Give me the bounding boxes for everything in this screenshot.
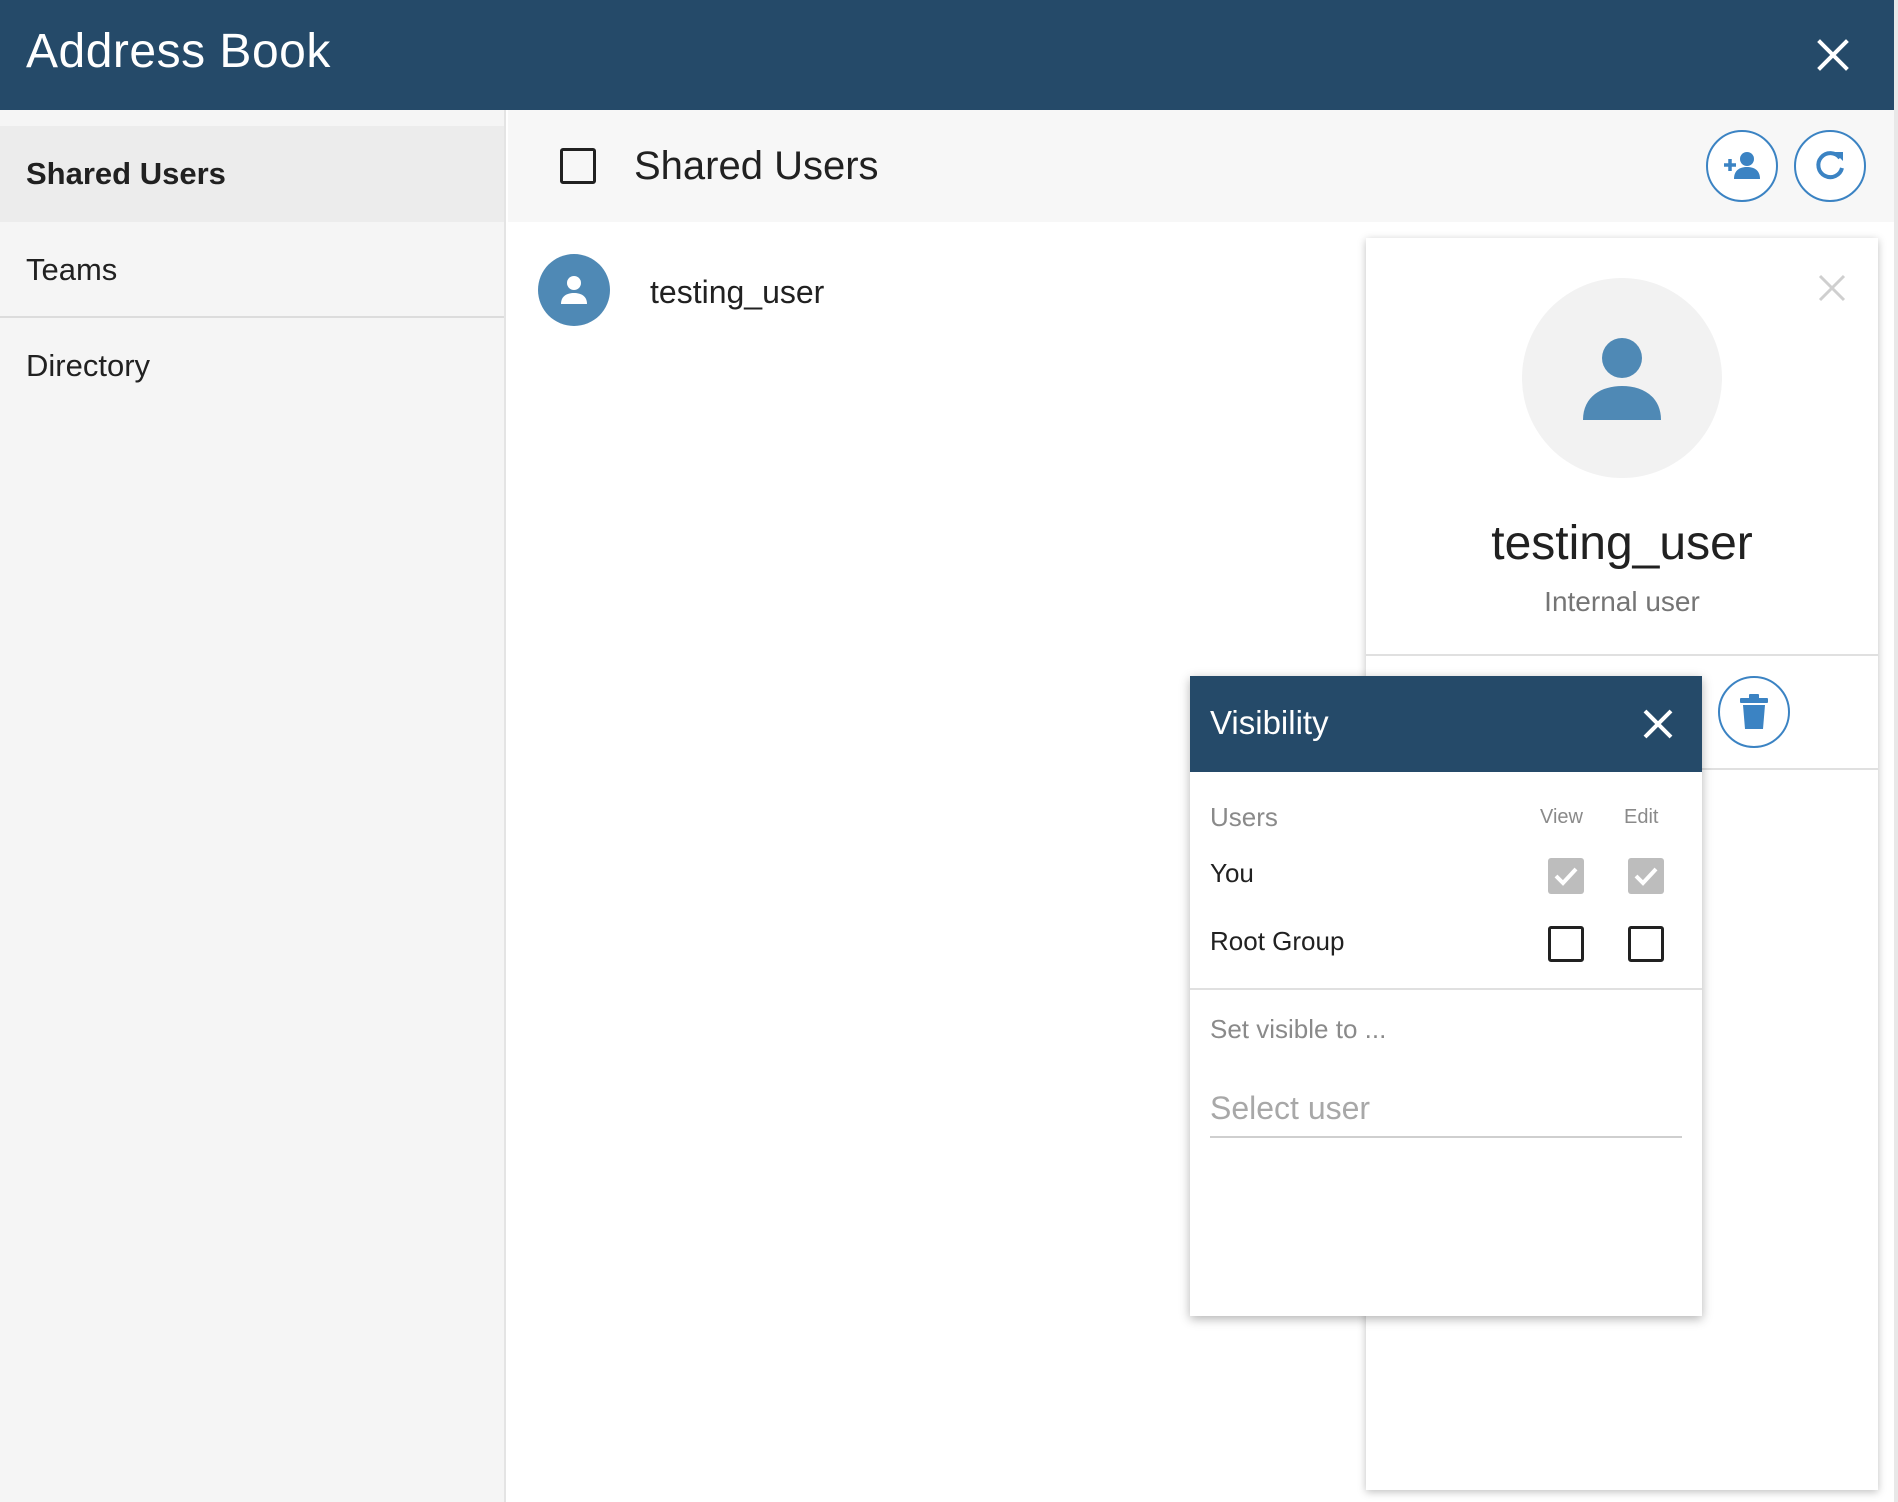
edit-checkbox-root-group[interactable] <box>1628 926 1664 962</box>
app-title: Address Book <box>26 25 331 78</box>
checkmark-icon <box>1634 867 1658 886</box>
refresh-button[interactable] <box>1794 130 1866 202</box>
delete-button[interactable] <box>1718 676 1790 748</box>
user-name: testing_user <box>650 274 825 310</box>
trash-icon <box>1740 694 1768 729</box>
avatar <box>1522 278 1722 478</box>
detail-user-name: testing_user <box>1491 517 1753 570</box>
sidebar-item-teams[interactable]: Teams <box>0 222 504 318</box>
view-checkbox-root-group[interactable] <box>1548 926 1584 962</box>
set-visible-label: Set visible to ... <box>1210 1014 1387 1044</box>
main-header: Shared Users <box>508 110 1894 222</box>
sidebar-item-directory[interactable]: Directory <box>0 318 504 414</box>
title-bar: Address Book <box>0 0 1894 110</box>
row-label-you: You <box>1210 858 1254 888</box>
refresh-icon <box>1816 151 1844 180</box>
select-all-checkbox[interactable] <box>560 148 596 184</box>
sidebar-item-shared-users[interactable]: Shared Users <box>0 126 504 222</box>
view-checkbox-you[interactable] <box>1548 858 1584 894</box>
edit-column-header: Edit <box>1624 806 1659 828</box>
dialog-divider <box>1190 988 1702 990</box>
detail-user-type: Internal user <box>1544 586 1700 617</box>
dialog-title: Visibility <box>1210 704 1329 741</box>
person-icon <box>561 276 587 304</box>
visibility-dialog: Visibility Users View Edit You Root Grou… <box>1190 676 1702 1316</box>
page-title: Shared Users <box>634 144 879 188</box>
window-edge <box>1894 0 1898 1502</box>
view-column-header: View <box>1540 806 1583 828</box>
edit-checkbox-you[interactable] <box>1628 858 1664 894</box>
row-label-root-group: Root Group <box>1210 926 1345 956</box>
close-icon[interactable] <box>1812 268 1852 308</box>
close-icon[interactable] <box>1808 30 1858 80</box>
detail-divider <box>1366 654 1878 656</box>
users-column-header: Users <box>1210 802 1278 832</box>
sidebar: Shared Users Teams Directory <box>0 110 506 1502</box>
dialog-header: Visibility <box>1190 676 1702 772</box>
select-user-input[interactable] <box>1210 1080 1682 1138</box>
add-user-icon <box>1724 152 1760 179</box>
person-icon <box>1583 338 1661 420</box>
add-user-button[interactable] <box>1706 130 1778 202</box>
close-icon[interactable] <box>1638 704 1678 744</box>
avatar <box>538 254 610 326</box>
checkmark-icon <box>1554 867 1578 886</box>
list-item[interactable]: testing_user <box>508 234 1348 344</box>
